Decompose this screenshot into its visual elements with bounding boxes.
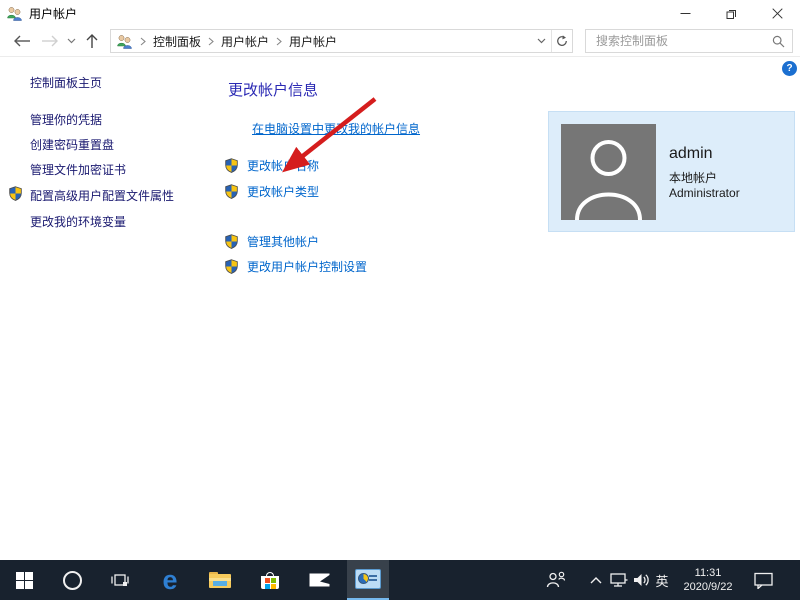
edge-icon: e	[162, 564, 178, 595]
user-account-card: admin 本地帐户 Administrator	[548, 111, 795, 232]
ime-indicator[interactable]: 英	[651, 560, 673, 600]
close-icon	[771, 7, 783, 19]
pc-settings-link[interactable]: 在电脑设置中更改我的帐户信息	[252, 120, 420, 137]
help-button[interactable]: ?	[782, 61, 797, 76]
network-tray-button[interactable]	[607, 560, 631, 600]
task-change-account-type[interactable]: 更改帐户类型	[224, 183, 319, 200]
uac-shield-icon	[224, 184, 239, 199]
search-input[interactable]	[594, 33, 772, 49]
task-manage-other-accounts[interactable]: 管理其他帐户	[224, 233, 319, 250]
address-dropdown-button[interactable]	[531, 30, 551, 52]
people-tray-button[interactable]	[542, 560, 570, 600]
up-arrow-icon	[86, 34, 98, 48]
task-change-uac-settings[interactable]: 更改用户帐户控制设置	[224, 258, 367, 275]
action-center-button[interactable]	[748, 560, 778, 600]
minimize-icon	[680, 12, 690, 14]
content-area: 控制面板主页 管理你的凭据 创建密码重置盘 管理文件加密证书 配置高级用户配置文…	[0, 57, 800, 560]
speaker-icon	[633, 574, 649, 586]
uac-shield-icon	[8, 186, 23, 201]
task-label: 更改帐户类型	[247, 185, 320, 199]
breadcrumb-tools	[531, 30, 572, 52]
clock-time: 11:31	[694, 567, 722, 579]
network-icon	[610, 573, 628, 587]
taskbar-user-accounts-window-button[interactable]	[347, 560, 389, 600]
breadcrumb-user-accounts-2[interactable]: 用户帐户	[289, 33, 337, 50]
task-change-account-name[interactable]: 更改帐户名称	[224, 157, 319, 174]
search-icon[interactable]	[772, 35, 785, 48]
desktop-screen: 用户帐户 控制面板 用户帐户 用户帐户 搜索控制面板 控制面板主页 管理你的凭据…	[0, 0, 800, 600]
restore-icon	[726, 9, 736, 19]
people-icon	[546, 571, 566, 588]
title-bar: 用户帐户	[0, 0, 800, 26]
forward-button[interactable]	[38, 29, 62, 53]
user-avatar	[561, 124, 656, 220]
refresh-icon	[557, 35, 567, 46]
cortana-circle-icon	[62, 570, 82, 590]
forward-arrow-icon	[42, 35, 58, 47]
restore-button[interactable]	[708, 0, 754, 26]
file-explorer-button[interactable]	[202, 560, 238, 600]
task-label: 管理其他帐户	[247, 235, 320, 249]
task-label: 更改用户帐户控制设置	[247, 260, 368, 274]
cortana-button[interactable]	[56, 560, 88, 600]
minimize-button[interactable]	[662, 0, 708, 26]
sidebar-item-file-encryption-certs[interactable]: 管理文件加密证书	[30, 161, 126, 178]
close-button[interactable]	[754, 0, 800, 26]
breadcrumb-chevron-icon[interactable]	[208, 37, 214, 46]
back-button[interactable]	[10, 29, 34, 53]
breadcrumb-chevron-icon[interactable]	[140, 37, 146, 46]
edge-button[interactable]: e	[152, 560, 188, 600]
start-button[interactable]	[8, 560, 40, 600]
account-name: admin	[669, 145, 713, 162]
page-title: 更改帐户信息	[228, 82, 319, 99]
volume-tray-button[interactable]	[629, 560, 653, 600]
user-accounts-window-icon	[355, 569, 381, 589]
navigation-bar: 控制面板 用户帐户 用户帐户	[0, 26, 800, 57]
uac-shield-icon	[224, 158, 239, 173]
show-hidden-icons-button[interactable]	[586, 560, 606, 600]
uac-shield-icon	[224, 234, 239, 249]
breadcrumb-chevron-icon[interactable]	[276, 37, 282, 46]
person-icon	[575, 140, 642, 220]
task-view-icon	[111, 574, 129, 586]
ime-label: 英	[655, 573, 669, 589]
sidebar-item-manage-credentials[interactable]: 管理你的凭据	[30, 111, 102, 128]
sidebar-item-home[interactable]: 控制面板主页	[30, 74, 102, 91]
refresh-button[interactable]	[551, 30, 572, 52]
store-button[interactable]	[252, 560, 288, 600]
sidebar-item-password-reset-disk[interactable]: 创建密码重置盘	[30, 136, 114, 153]
mail-icon	[309, 573, 329, 587]
recent-pages-dropdown[interactable]	[64, 29, 78, 53]
chevron-down-icon	[537, 38, 545, 44]
breadcrumb-bar: 控制面板 用户帐户 用户帐户	[110, 29, 573, 53]
task-label: 更改帐户名称	[247, 159, 320, 173]
mail-button[interactable]	[301, 560, 337, 600]
breadcrumb-control-panel[interactable]: 控制面板	[153, 33, 201, 50]
sidebar-item-advanced-profile[interactable]: 配置高级用户配置文件属性	[30, 187, 174, 204]
breadcrumb-user-accounts[interactable]: 用户帐户	[221, 33, 269, 50]
file-explorer-icon	[209, 572, 231, 588]
action-center-icon	[753, 572, 773, 589]
clock-tray[interactable]: 11:31 2020/9/22	[674, 560, 742, 600]
sidebar-item-environment-variables[interactable]: 更改我的环境变量	[30, 213, 126, 230]
chevron-down-icon	[67, 38, 75, 44]
task-view-button[interactable]	[104, 560, 136, 600]
breadcrumb-app-icon	[117, 34, 132, 49]
user-accounts-window: 用户帐户 控制面板 用户帐户 用户帐户 搜索控制面板 控制面板主页 管理你的凭据…	[0, 0, 800, 560]
account-type: 本地帐户	[669, 171, 718, 185]
clock-date: 2020/9/22	[683, 581, 733, 593]
back-arrow-icon	[14, 35, 30, 47]
microsoft-store-icon	[261, 571, 279, 589]
windows-logo-icon	[15, 571, 33, 589]
search-box	[585, 29, 793, 53]
chevron-up-icon	[590, 576, 602, 583]
taskbar: e 英 11:31 2020/9/22	[0, 560, 800, 600]
window-controls	[662, 0, 800, 26]
user-accounts-app-icon	[7, 6, 22, 21]
up-button[interactable]	[80, 29, 104, 53]
window-title: 用户帐户	[29, 6, 78, 21]
uac-shield-icon	[224, 259, 239, 274]
account-role: Administrator	[669, 186, 740, 200]
